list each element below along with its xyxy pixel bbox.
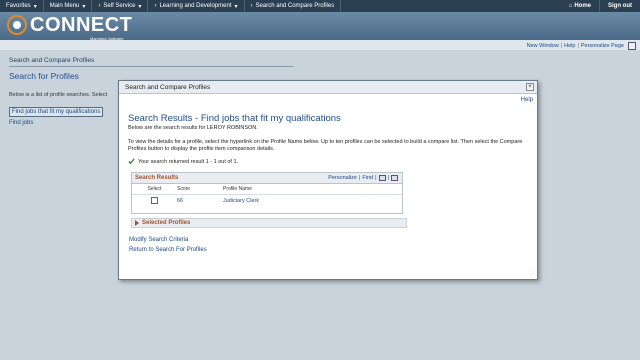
page-description: Below is a list of profile searches. Sel…	[9, 92, 108, 98]
logo-text: CONNECT	[30, 14, 133, 36]
logo-star-icon	[7, 15, 27, 35]
page-icon[interactable]	[628, 42, 636, 50]
breadcrumb-current[interactable]: › Search and Compare Profiles	[245, 0, 342, 12]
divider: |	[358, 175, 361, 181]
profile-name-link[interactable]: Judiciary Clerk	[223, 198, 402, 204]
results-subtitle: Below are the search results for LEROY R…	[128, 125, 258, 131]
grid-columns: Select Score Profile Name	[132, 184, 402, 195]
grid-tools: Personalize | Find | |	[328, 175, 398, 181]
view-all-icon[interactable]	[378, 175, 386, 181]
chevron-down-icon: ▾	[33, 3, 37, 10]
modal-title: Search and Compare Profiles	[125, 83, 211, 91]
resize-handle-icon[interactable]: ⋰	[530, 271, 535, 277]
select-checkbox[interactable]	[151, 196, 158, 204]
grid-find-link[interactable]: Find	[362, 175, 373, 181]
selected-profiles-section[interactable]: Selected Profiles	[131, 218, 407, 228]
find-jobs-qualifications-link[interactable]: Find jobs that fit my qualifications	[9, 107, 104, 117]
checkmark-icon	[128, 158, 135, 165]
close-icon[interactable]: ×	[526, 83, 534, 91]
modal-help-link[interactable]: Help	[521, 97, 533, 103]
logo: CONNECT	[6, 14, 132, 36]
chevron-right-icon: ›	[154, 3, 157, 9]
return-link[interactable]: Return to Search For Profiles	[129, 247, 207, 253]
divider: |	[375, 175, 377, 181]
divider: |	[387, 175, 389, 181]
menu-label: Search and Compare Profiles	[255, 3, 335, 9]
breadcrumb-self-service[interactable]: › Self Service ▾	[92, 0, 149, 12]
top-nav-bar: Favorites ▾ Main Menu ▾ › Self Service ▾ › Le…	[0, 0, 640, 12]
find-jobs-link[interactable]: Find jobs	[9, 120, 33, 126]
chevron-right-icon: ›	[250, 3, 253, 9]
breadcrumb-learning[interactable]: › Learning and Development ▾	[148, 0, 245, 12]
banner: CONNECT Maryland Judiciary	[0, 12, 640, 41]
divider: |	[560, 43, 563, 49]
divider	[9, 66, 294, 67]
page-breadcrumb: Search and Compare Profiles	[9, 57, 95, 64]
menu-label: Self Service	[103, 3, 136, 9]
column-profile-name: Profile Name	[223, 186, 252, 192]
chevron-down-icon: ▾	[138, 3, 142, 10]
home-icon: ⌂	[568, 3, 573, 9]
modify-search-link[interactable]: Modify Search Criteria	[129, 237, 188, 243]
home-label: Home	[574, 3, 591, 9]
grid-header: Search Results Personalize | Find | |	[132, 173, 402, 184]
menu-main[interactable]: Main Menu ▾	[44, 0, 93, 12]
result-message: Your search returned result 1 - 1 out of…	[128, 158, 238, 165]
score-cell: 66	[177, 198, 184, 204]
personalize-page-link[interactable]: Personalize Page	[581, 43, 624, 49]
chevron-right-icon: ›	[98, 3, 101, 9]
search-results-modal: Search and Compare Profiles × Help Searc…	[118, 80, 538, 280]
results-heading: Search Results - Find jobs that fit my q…	[128, 113, 341, 124]
download-icon[interactable]	[391, 175, 398, 181]
utility-links: New Window | Help | Personalize Page	[527, 42, 636, 50]
selected-profiles-label: Selected Profiles	[142, 220, 191, 226]
menu-label: Main Menu	[49, 3, 80, 9]
chevron-down-icon: ▾	[234, 3, 238, 10]
divider: |	[577, 43, 579, 49]
home-link[interactable]: ⌂ Home	[561, 3, 599, 9]
chevron-down-icon: ▾	[82, 3, 86, 10]
search-results-grid: Search Results Personalize | Find | | Se…	[131, 172, 403, 214]
column-select: Select	[147, 186, 162, 192]
new-window-link[interactable]: New Window	[527, 43, 559, 49]
results-instructions: To view the details for a profile, selec…	[128, 139, 523, 152]
modal-titlebar: Search and Compare Profiles ×	[119, 81, 537, 94]
select-cell	[132, 196, 177, 206]
grid-personalize-link[interactable]: Personalize	[328, 175, 357, 181]
menu-favorites[interactable]: Favorites ▾	[0, 0, 44, 12]
column-score: Score	[177, 186, 191, 192]
grid-title: Search Results	[135, 175, 179, 181]
menu-label: Learning and Development	[159, 3, 232, 9]
menu-label: Favorites	[6, 3, 31, 9]
page-title: Search for Profiles	[9, 71, 79, 81]
result-message-text: Your search returned result 1 - 1 out of…	[138, 158, 239, 165]
table-row: 66 Judiciary Clerk	[132, 195, 402, 207]
signout-link[interactable]: Sign out	[599, 0, 640, 12]
expand-triangle-icon	[135, 220, 139, 226]
help-link[interactable]: Help	[564, 43, 575, 49]
